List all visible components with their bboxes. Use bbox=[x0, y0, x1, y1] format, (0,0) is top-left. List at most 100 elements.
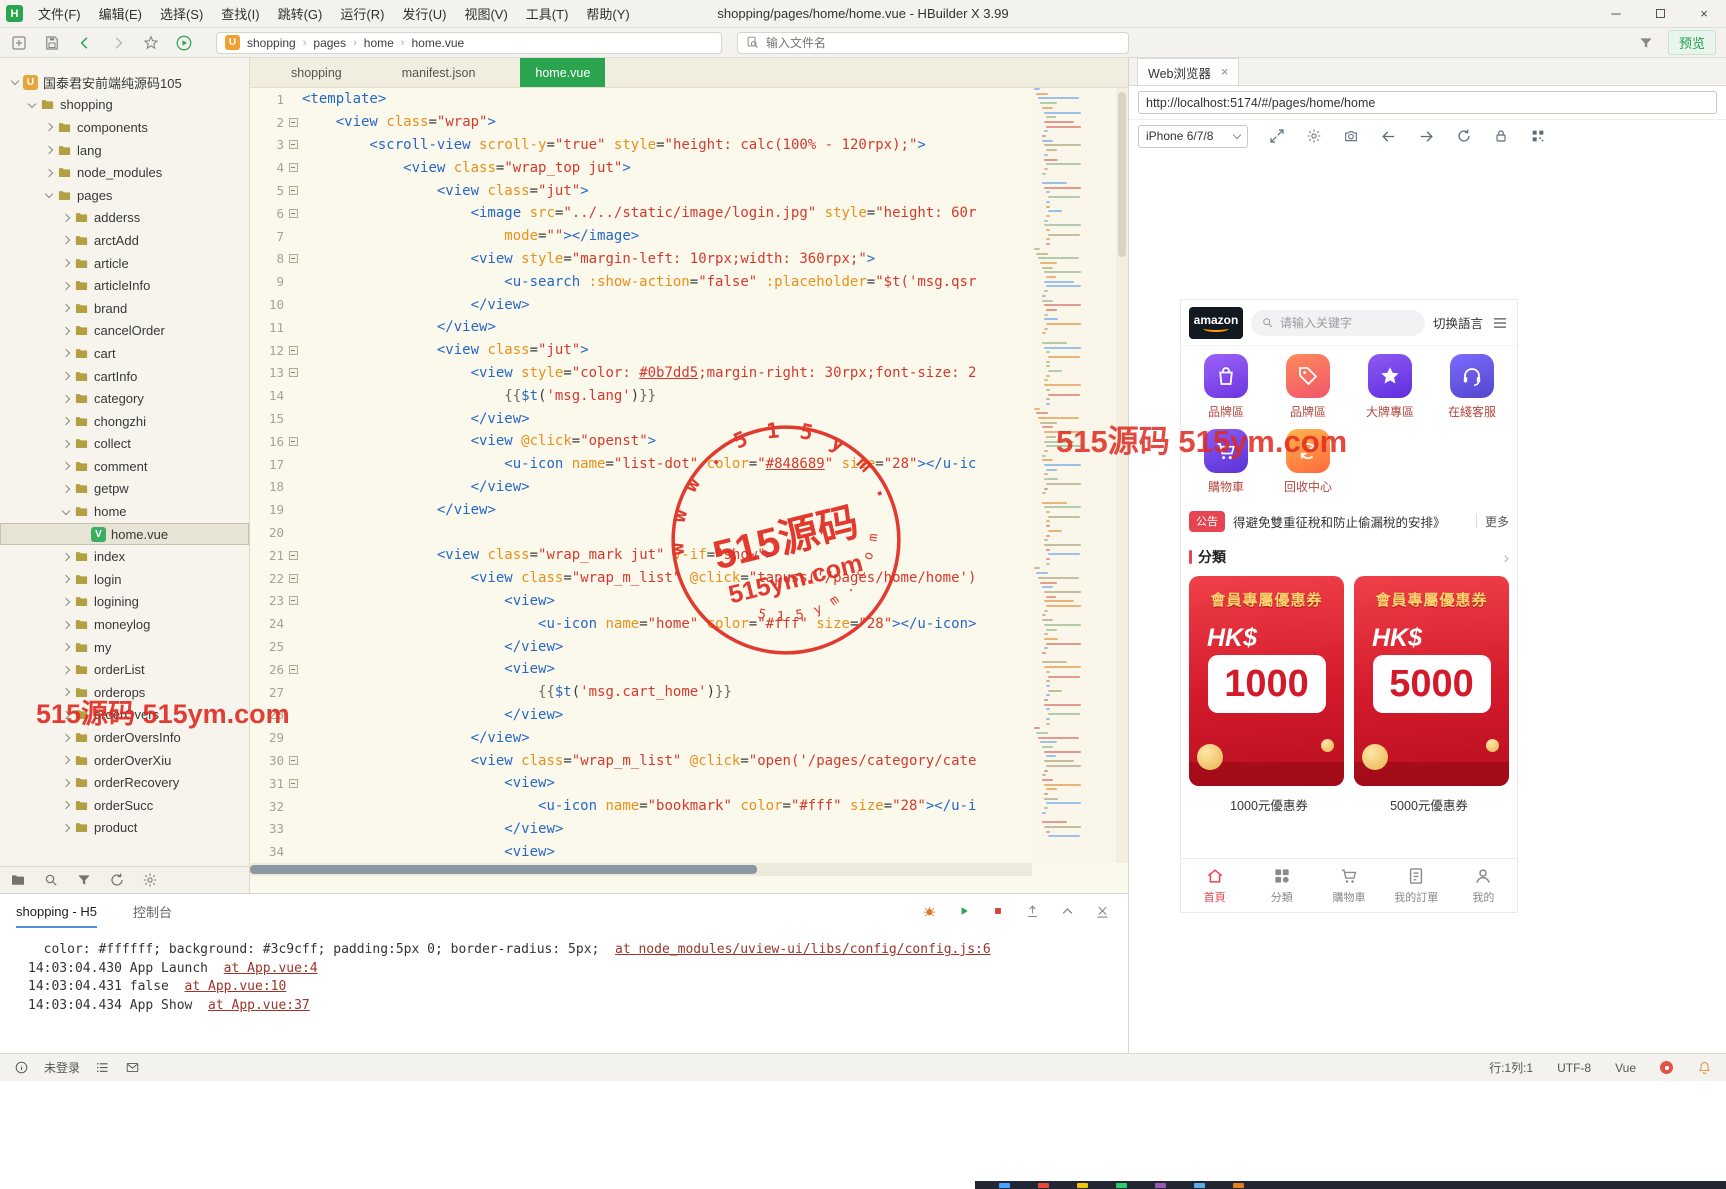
forward-icon[interactable] bbox=[109, 34, 127, 52]
expand-icon[interactable] bbox=[59, 418, 72, 424]
console-log[interactable]: color: #ffffff; background: #3c9cff; pad… bbox=[0, 928, 1128, 1016]
tree-item-orderSucc[interactable]: orderSucc bbox=[0, 794, 249, 817]
log-link[interactable]: at App.vue:10 bbox=[185, 979, 287, 994]
expand-icon[interactable] bbox=[59, 780, 72, 786]
fold-marker-icon[interactable] bbox=[284, 368, 302, 377]
tree-item-login[interactable]: login bbox=[0, 568, 249, 591]
tree-item-orderRecovery[interactable]: orderRecovery bbox=[0, 771, 249, 794]
tree-item-国泰君安前端纯源码105[interactable]: U国泰君安前端纯源码105 bbox=[0, 71, 249, 94]
tree-item-articleInfo[interactable]: articleInfo bbox=[0, 274, 249, 297]
expand-icon[interactable] bbox=[59, 463, 72, 469]
vertical-scrollbar-thumb[interactable] bbox=[1118, 92, 1126, 257]
preview-button[interactable]: 预览 bbox=[1668, 30, 1716, 55]
more-link[interactable]: 更多 bbox=[1485, 513, 1509, 530]
run-icon[interactable] bbox=[175, 34, 193, 52]
editor-tab-home.vue[interactable]: home.vue bbox=[520, 58, 605, 87]
menubar-item[interactable]: 编辑(E) bbox=[90, 0, 151, 27]
menubar-item[interactable]: 运行(R) bbox=[331, 0, 393, 27]
expand-icon[interactable] bbox=[59, 599, 72, 605]
tabbar-item-首頁[interactable]: 首頁 bbox=[1181, 859, 1248, 912]
tree-item-my[interactable]: my bbox=[0, 636, 249, 659]
expand-icon[interactable] bbox=[59, 260, 72, 266]
breadcrumb-item[interactable]: home.vue bbox=[411, 36, 464, 50]
tree-item-adderss[interactable]: adderss bbox=[0, 207, 249, 230]
tree-item-product[interactable]: product bbox=[0, 817, 249, 840]
tabbar-item-我的[interactable]: 我的 bbox=[1450, 859, 1517, 912]
expand-icon[interactable] bbox=[59, 689, 72, 695]
bell-icon[interactable] bbox=[1697, 1060, 1712, 1075]
breadcrumb-item[interactable]: home bbox=[364, 36, 394, 50]
tree-item-orderList[interactable]: orderList bbox=[0, 658, 249, 681]
settings-gear-icon[interactable] bbox=[142, 872, 158, 888]
file-encoding[interactable]: UTF-8 bbox=[1557, 1061, 1591, 1075]
tree-item-orderOverXiu[interactable]: orderOverXiu bbox=[0, 749, 249, 772]
screenshot-icon[interactable] bbox=[1343, 128, 1359, 144]
tree-item-comment[interactable]: comment bbox=[0, 455, 249, 478]
tree-item-cart[interactable]: cart bbox=[0, 342, 249, 365]
minimap[interactable] bbox=[1032, 88, 1116, 863]
code-line[interactable]: 28 </view> bbox=[250, 704, 1032, 727]
expand-icon[interactable] bbox=[59, 757, 72, 763]
code-line[interactable]: 22 <view class="wrap_m_list" @click="tap… bbox=[250, 567, 1032, 590]
fold-marker-icon[interactable] bbox=[284, 574, 302, 583]
tree-item-arctAdd[interactable]: arctAdd bbox=[0, 229, 249, 252]
new-file-icon[interactable] bbox=[10, 34, 28, 52]
outline-list-icon[interactable] bbox=[95, 1060, 110, 1075]
horizontal-scrollbar-thumb[interactable] bbox=[250, 865, 757, 874]
save-icon[interactable] bbox=[43, 34, 61, 52]
code-line[interactable]: 16 <view @click="openst"> bbox=[250, 430, 1032, 453]
device-select[interactable]: iPhone 6/7/8 bbox=[1138, 125, 1248, 148]
breadcrumb-item[interactable]: shopping bbox=[247, 36, 296, 50]
expand-icon[interactable] bbox=[42, 170, 55, 176]
menubar-item[interactable]: 跳转(G) bbox=[269, 0, 332, 27]
expand-icon[interactable] bbox=[59, 622, 72, 628]
expand-icon[interactable] bbox=[59, 215, 72, 221]
collapse-icon[interactable] bbox=[59, 510, 72, 514]
code-line[interactable]: 19 </view> bbox=[250, 498, 1032, 521]
quick-link-回收中心[interactable]: 回收中心 bbox=[1267, 429, 1349, 495]
code-line[interactable]: 10 </view> bbox=[250, 293, 1032, 316]
expand-icon[interactable] bbox=[59, 735, 72, 741]
debug-icon[interactable] bbox=[922, 904, 937, 919]
fold-marker-icon[interactable] bbox=[284, 209, 302, 218]
code-line[interactable]: 29 </view> bbox=[250, 726, 1032, 749]
filter-funnel-icon[interactable] bbox=[1638, 35, 1654, 51]
tree-item-home.vue[interactable]: Vhome.vue bbox=[0, 523, 249, 546]
fold-marker-icon[interactable] bbox=[284, 118, 302, 127]
url-input[interactable] bbox=[1138, 91, 1717, 114]
tree-item-cartInfo[interactable]: cartInfo bbox=[0, 365, 249, 388]
log-link[interactable]: at node_modules/uview-ui/libs/config/con… bbox=[615, 942, 991, 957]
expand-icon[interactable] bbox=[59, 373, 72, 379]
code-line[interactable]: 21 <view class="wrap_mark jut" v-if="sho… bbox=[250, 544, 1032, 567]
fold-marker-icon[interactable] bbox=[284, 346, 302, 355]
collapse-panel-icon[interactable] bbox=[1060, 904, 1075, 919]
tabbar-item-分類[interactable]: 分類 bbox=[1248, 859, 1315, 912]
code-line[interactable]: 11 </view> bbox=[250, 316, 1032, 339]
code-line[interactable]: 24 <u-icon name="home" color="#fff" size… bbox=[250, 612, 1032, 635]
code-line[interactable]: 26 <view> bbox=[250, 658, 1032, 681]
code-line[interactable]: 15 </view> bbox=[250, 407, 1032, 430]
tree-item-getpw[interactable]: getpw bbox=[0, 478, 249, 501]
fold-marker-icon[interactable] bbox=[284, 756, 302, 765]
code-line[interactable]: 4 <view class="wrap_top jut"> bbox=[250, 156, 1032, 179]
code-line[interactable]: 13 <view style="color: #0b7dd5;margin-ri… bbox=[250, 362, 1032, 385]
expand-icon[interactable] bbox=[59, 554, 72, 560]
code-line[interactable]: 30 <view class="wrap_m_list" @click="ope… bbox=[250, 749, 1032, 772]
quick-link-大牌專區[interactable]: 大牌專區 bbox=[1349, 354, 1431, 420]
quick-link-購物車[interactable]: 購物車 bbox=[1185, 429, 1267, 495]
collapse-icon[interactable] bbox=[42, 193, 55, 197]
code-line[interactable]: 8 <view style="margin-left: 10rpx;width:… bbox=[250, 248, 1032, 271]
code-line[interactable]: 27 {{$t('msg.cart_home')}} bbox=[250, 681, 1032, 704]
back-icon[interactable] bbox=[76, 34, 94, 52]
close-button[interactable]: × bbox=[1682, 0, 1726, 27]
file-search-box[interactable] bbox=[737, 32, 1129, 54]
nav-back-icon[interactable] bbox=[1380, 128, 1397, 145]
code-line[interactable]: 25 </view> bbox=[250, 635, 1032, 658]
expand-icon[interactable] bbox=[59, 305, 72, 311]
reload-icon[interactable] bbox=[1456, 128, 1472, 144]
qrcode-icon[interactable] bbox=[1530, 128, 1546, 144]
minimize-button[interactable]: ─ bbox=[1594, 0, 1638, 27]
lock-icon[interactable] bbox=[1493, 128, 1509, 144]
coupon-card[interactable]: 會員專屬優惠券HK$1000 bbox=[1189, 576, 1344, 786]
menubar-item[interactable]: 帮助(Y) bbox=[577, 0, 638, 27]
